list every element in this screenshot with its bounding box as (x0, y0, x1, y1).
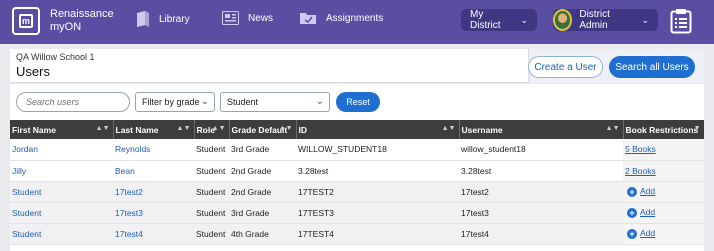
user-name: District Admin (579, 9, 610, 31)
library-icon (137, 11, 149, 27)
username-cell: 3.28test (459, 160, 623, 182)
logo-icon: m (12, 7, 40, 35)
chevron-down-icon: ⌄ (520, 14, 528, 25)
sort-icon: ▼ (693, 125, 701, 132)
book-restrictions-link[interactable]: 5 Books (625, 144, 656, 154)
table-row: Student 17test3 Student 3rd Grade 17TEST… (10, 202, 704, 224)
district-label: My District (470, 9, 501, 31)
grade-cell: 2nd Grade (229, 181, 296, 203)
logo-line1: Renaissance (50, 8, 114, 20)
last-name-link[interactable]: 17test2 (113, 181, 194, 203)
role-cell: Student (194, 202, 229, 224)
id-cell: 17TEST3 (296, 202, 459, 224)
top-navigation: m Renaissance myON Library News Assignme… (0, 0, 714, 44)
first-name-link[interactable]: Student (10, 202, 113, 224)
grade-cell: 4th Grade (229, 223, 296, 245)
folder-icon (300, 13, 316, 24)
create-user-button[interactable]: Create a User (528, 56, 603, 78)
username-cell: 17test3 (459, 202, 623, 224)
sort-icon: ▲▼ (211, 125, 226, 132)
nav-assignments[interactable]: Assignments (300, 11, 383, 25)
sort-icon: ▲▼ (441, 125, 456, 132)
table-row: Student 17test2 Student 2nd Grade 17TEST… (10, 181, 704, 203)
search-all-users-button[interactable]: Search all Users (609, 56, 695, 78)
book-restrictions-cell: 2 Books (623, 160, 704, 182)
table-row: Student 17test4 Student 4th Grade 17TEST… (10, 223, 704, 245)
clipboard-button[interactable] (670, 8, 692, 36)
avatar (553, 9, 573, 31)
role-select-value: Student (227, 97, 259, 107)
username-cell: 17test2 (459, 181, 623, 203)
sort-icon: ▲▼ (95, 125, 110, 132)
id-cell: WILLOW_STUDENT18 (296, 139, 459, 161)
add-restriction-link[interactable]: Add (640, 207, 655, 217)
book-restrictions-cell: + Add (623, 202, 704, 224)
table-header-row: First Name ▲▼ Last Name ▲▼ Role ▲▼ Grade De… (10, 120, 704, 139)
district-dropdown[interactable]: My District ⌄ (461, 9, 537, 31)
chevron-down-icon: ⌄ (200, 96, 209, 107)
grade-cell: 3rd Grade (229, 202, 296, 224)
column-header-grade-default[interactable]: Grade Default ▲▼ (229, 120, 297, 139)
column-header-last-name[interactable]: Last Name ▲▼ (113, 120, 195, 139)
table-row: Jordan Reynolds Student 3rd Grade WILLOW… (10, 139, 704, 161)
grade-filter-select[interactable]: Filter by grade ⌄ (135, 92, 215, 112)
first-name-link[interactable]: Jilly (10, 160, 113, 182)
sort-icon: ▲▼ (176, 125, 191, 132)
nav-news[interactable]: News (222, 11, 273, 25)
school-name: QA Willow School 1 (16, 52, 95, 62)
last-name-link[interactable]: Bean (113, 160, 194, 182)
chevron-down-icon: ⌄ (641, 14, 649, 25)
chevron-down-icon: ⌄ (315, 96, 324, 107)
first-name-link[interactable]: Jordan (10, 139, 113, 161)
nav-news-label: News (248, 12, 274, 24)
grade-filter-label: Filter by grade (142, 97, 200, 107)
book-restrictions-cell: 5 Books (623, 139, 704, 161)
last-name-link[interactable]: 17test3 (113, 202, 194, 224)
first-name-link[interactable]: Student (10, 181, 113, 203)
id-cell: 17TEST4 (296, 223, 459, 245)
column-header-first-name[interactable]: First Name ▲▼ (10, 120, 114, 139)
page-title: Users (16, 64, 50, 79)
add-circle-icon[interactable]: + (627, 228, 637, 239)
book-restrictions-link[interactable]: 2 Books (625, 166, 656, 176)
sort-icon: ▲▼ (278, 125, 293, 132)
nav-library-label: Library (159, 14, 190, 25)
book-restrictions-cell: + Add (623, 181, 704, 203)
nav-library[interactable]: Library (136, 11, 190, 28)
add-restriction-link[interactable]: Add (640, 186, 655, 196)
first-name-link[interactable]: Student (10, 223, 113, 245)
users-table: First Name ▲▼ Last Name ▲▼ Role ▲▼ Grade De… (10, 120, 704, 251)
username-cell: willow_student18 (459, 139, 623, 161)
column-header-id[interactable]: ID ▲▼ (296, 120, 460, 139)
add-restriction-link[interactable]: Add (640, 228, 655, 238)
grade-cell: 2nd Grade (229, 160, 296, 182)
role-cell: Student (194, 139, 229, 161)
nav-assignments-label: Assignments (326, 12, 384, 24)
id-cell: 3.28test (296, 160, 459, 182)
role-cell: Student (194, 181, 229, 203)
id-cell: 17TEST2 (296, 181, 459, 203)
clipboard-icon (670, 9, 692, 34)
add-circle-icon[interactable]: + (627, 207, 637, 218)
role-select[interactable]: Student ⌄ (220, 92, 330, 112)
column-header-username[interactable]: Username ▲▼ (459, 120, 624, 139)
column-header-role[interactable]: Role ▲▼ (194, 120, 230, 139)
sort-icon: ▲▼ (605, 125, 620, 132)
user-menu[interactable]: District Admin ⌄ (553, 9, 658, 31)
add-circle-icon[interactable]: + (627, 186, 637, 197)
reset-button[interactable]: Reset (336, 92, 380, 112)
role-cell: Student (194, 160, 229, 182)
last-name-link[interactable]: 17test4 (113, 223, 194, 245)
last-name-link[interactable]: Reynolds (113, 139, 194, 161)
book-restrictions-cell: + Add (623, 223, 704, 245)
username-cell: 17test4 (459, 223, 623, 245)
search-input[interactable] (16, 92, 130, 112)
logo-line2: myON (50, 21, 82, 33)
news-icon (222, 11, 239, 25)
table-row: Jilly Bean Student 2nd Grade 3.28test 3.… (10, 160, 704, 182)
column-header-book-restrictions[interactable]: Book Restrictions ▼ (623, 120, 704, 139)
grade-cell: 3rd Grade (229, 139, 296, 161)
app-logo[interactable]: m Renaissance myON (12, 7, 114, 35)
role-cell: Student (194, 223, 229, 245)
